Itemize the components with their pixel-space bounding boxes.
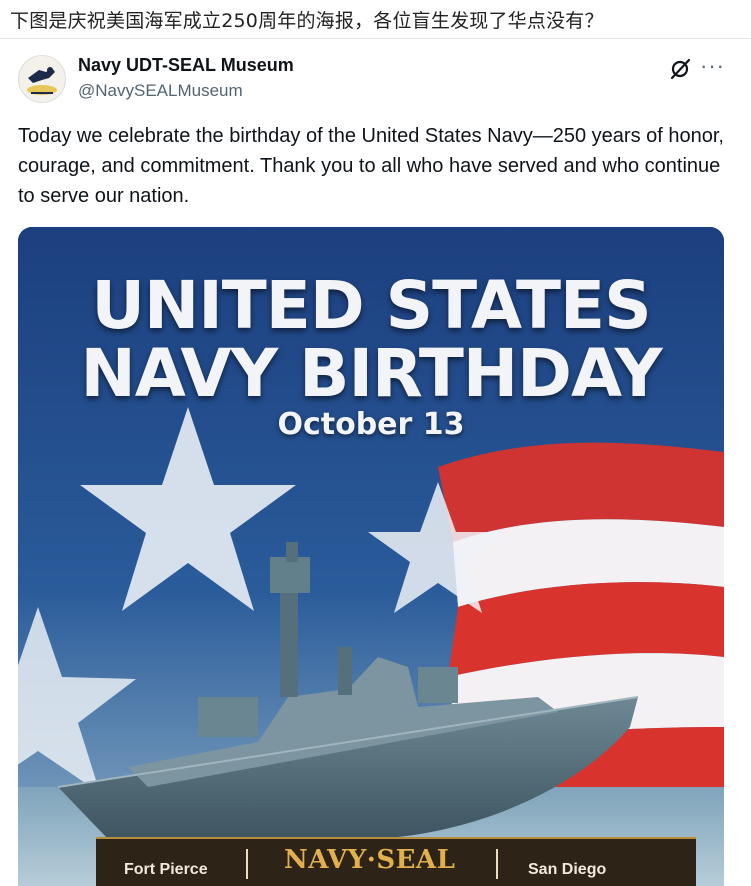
- social-post: Navy UDT-SEAL Museum @NavySEALMuseum ···…: [0, 38, 751, 886]
- poster-date: October 13: [277, 407, 465, 442]
- avatar[interactable]: [18, 55, 66, 103]
- navy-seal-logo: NAVY·SEAL: [284, 845, 456, 875]
- post-text: Today we celebrate the birthday of the U…: [18, 125, 724, 207]
- footer-location-left: Fort Pierce: [124, 861, 208, 878]
- poster-title-line1: UNITED STATES: [91, 267, 651, 344]
- footer-divider: [246, 849, 248, 879]
- author-handle[interactable]: @NavySEALMuseum: [78, 81, 243, 101]
- more-options-icon[interactable]: ···: [700, 53, 725, 79]
- footer-divider: [496, 849, 498, 879]
- post-image[interactable]: UNITED STATES NAVY BIRTHDAY October 13 F…: [18, 227, 724, 886]
- footer-location-right: San Diego: [528, 861, 607, 878]
- poster-title-line2: NAVY BIRTHDAY: [80, 335, 663, 412]
- author-name[interactable]: Navy UDT-SEAL Museum: [78, 55, 294, 76]
- museum-logo-icon: [27, 67, 57, 95]
- grok-icon[interactable]: [668, 57, 692, 81]
- poster-footer: Fort Pierce NAVY·SEAL San Diego: [96, 837, 696, 886]
- post-caption: 下图是庆祝美国海军成立250周年的海报，各位盲生发现了华点没有？: [10, 10, 604, 32]
